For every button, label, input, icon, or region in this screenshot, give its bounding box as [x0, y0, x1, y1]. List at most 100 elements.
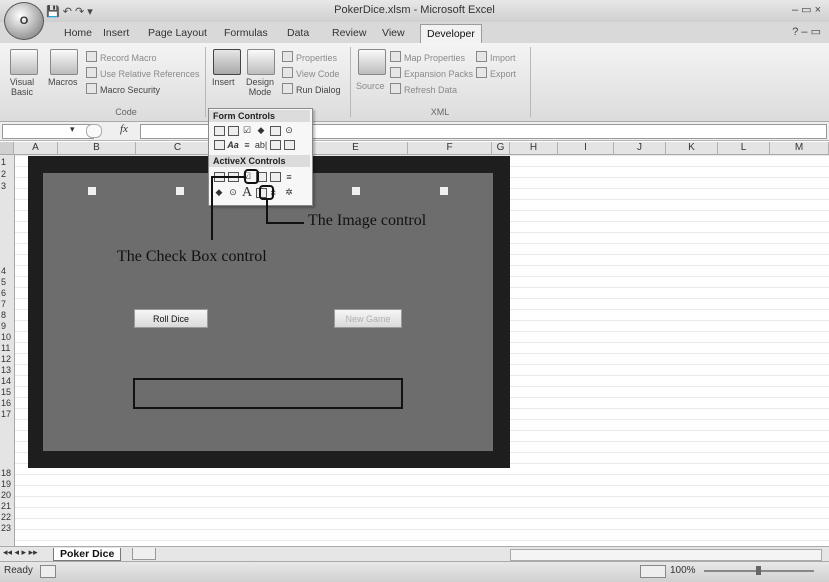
horizontal-scrollbar[interactable] [510, 549, 822, 561]
row-header[interactable]: 9 [0, 321, 14, 331]
column-header[interactable]: J [614, 142, 666, 154]
group-box-icon[interactable] [213, 139, 225, 150]
column-header[interactable]: H [510, 142, 558, 154]
sheet-tab-poker-dice[interactable]: Poker Dice [53, 548, 122, 561]
row-header[interactable]: 4 [0, 266, 14, 276]
sheet-navigation-icon[interactable]: ◂◂ ◂ ▸ ▸▸ [3, 547, 38, 558]
view-code-button[interactable]: View Code [282, 67, 339, 79]
insert-function-icon[interactable]: fx [120, 123, 128, 135]
list-box-icon[interactable] [227, 125, 239, 136]
row-header[interactable]: 10 [0, 332, 14, 342]
row-header[interactable]: 13 [0, 365, 14, 375]
design-mode-icon[interactable] [247, 49, 275, 75]
row-header[interactable]: 18 [0, 468, 14, 478]
refresh-data-button[interactable]: Refresh Data [390, 83, 457, 95]
tab-view[interactable]: View [376, 25, 411, 41]
macros-icon[interactable] [50, 49, 78, 75]
text-box-activex-icon[interactable] [269, 171, 281, 182]
toggle-button-icon[interactable]: ◆ [213, 187, 225, 198]
new-game-button[interactable]: New Game [334, 309, 402, 328]
tab-page-layout[interactable]: Page Layout [142, 25, 213, 41]
option-button-activex-icon[interactable]: ⊙ [227, 187, 239, 198]
column-header[interactable]: G [492, 142, 510, 154]
visual-basic-button[interactable]: Visual Basic [4, 77, 40, 97]
source-button[interactable]: Source [356, 81, 385, 91]
row-header[interactable]: 14 [0, 376, 14, 386]
dice-checkbox[interactable] [176, 187, 184, 195]
row-header[interactable]: 20 [0, 490, 14, 500]
macro-security-button[interactable]: Macro Security [86, 83, 160, 95]
row-header[interactable]: 1 [0, 157, 14, 167]
scroll-bar-form-icon[interactable]: ≡ [241, 139, 253, 150]
expansion-packs-button[interactable]: Expansion Packs [390, 67, 473, 79]
column-header[interactable]: L [718, 142, 770, 154]
column-header[interactable]: M [770, 142, 829, 154]
more-controls-icon[interactable]: ✲ [283, 187, 295, 198]
dice-checkbox[interactable] [352, 187, 360, 195]
name-box-dropdown-icon[interactable]: ▾ [70, 124, 75, 135]
insert-controls-button[interactable]: Insert [212, 77, 235, 87]
tab-data[interactable]: Data [281, 25, 315, 41]
column-header[interactable]: F [408, 142, 492, 154]
help-icon[interactable]: ? – ▭ [792, 25, 821, 38]
visual-basic-icon[interactable] [10, 49, 38, 75]
check-box-form-icon[interactable]: ☑ [241, 125, 253, 136]
design-mode-button[interactable]: Design Mode [244, 77, 276, 97]
select-all-button[interactable] [0, 142, 14, 154]
macro-record-icon[interactable] [40, 565, 56, 578]
column-header[interactable]: K [666, 142, 718, 154]
cancel-entry-icon[interactable] [86, 124, 102, 138]
row-header[interactable]: 21 [0, 501, 14, 511]
dice-checkbox[interactable] [88, 187, 96, 195]
row-header[interactable]: 7 [0, 299, 14, 309]
macros-button[interactable]: Macros [48, 77, 78, 87]
office-button[interactable]: O [4, 2, 44, 40]
map-properties-button[interactable]: Map Properties [390, 51, 465, 63]
insert-sheet-icon[interactable] [132, 548, 156, 560]
row-header[interactable]: 17 [0, 409, 14, 419]
option-button-form-icon[interactable]: ⊙ [283, 125, 295, 136]
view-layout-icon[interactable] [640, 565, 666, 578]
row-header[interactable]: 3 [0, 181, 14, 191]
export-button[interactable]: Export [476, 67, 516, 79]
row-header[interactable]: 19 [0, 479, 14, 489]
combo-box-icon[interactable] [213, 125, 225, 136]
list-form-icon[interactable] [269, 125, 281, 136]
combo-list-edit-icon[interactable] [269, 139, 281, 150]
tab-developer[interactable]: Developer [420, 24, 482, 44]
row-header[interactable]: 16 [0, 398, 14, 408]
use-relative-references-button[interactable]: Use Relative References [86, 67, 200, 79]
tab-insert[interactable]: Insert [97, 25, 135, 41]
scroll-bar-activex-icon[interactable]: ≡ [283, 171, 295, 182]
run-dialog-button[interactable]: Run Dialog [282, 83, 341, 95]
column-header[interactable]: A [14, 142, 58, 154]
properties-button[interactable]: Properties [282, 51, 337, 63]
roll-dice-button[interactable]: Roll Dice [134, 309, 208, 328]
spin-button-form-icon[interactable]: ◆ [255, 125, 267, 136]
name-box[interactable] [2, 124, 94, 139]
row-header[interactable]: 11 [0, 343, 14, 353]
zoom-level[interactable]: 100% [670, 565, 696, 576]
insert-controls-icon[interactable] [213, 49, 241, 75]
row-header[interactable]: 2 [0, 169, 14, 179]
label-activex-icon[interactable]: A [241, 185, 253, 200]
column-header[interactable]: B [58, 142, 136, 154]
source-icon[interactable] [358, 49, 386, 75]
row-header[interactable]: 8 [0, 310, 14, 320]
record-macro-button[interactable]: Record Macro [86, 51, 157, 63]
row-header[interactable]: 23 [0, 523, 14, 533]
row-header[interactable]: 6 [0, 288, 14, 298]
window-controls[interactable]: – ▭ × [792, 3, 821, 16]
column-header[interactable]: E [304, 142, 408, 154]
column-header[interactable]: I [558, 142, 614, 154]
row-header[interactable]: 15 [0, 387, 14, 397]
row-header[interactable]: 5 [0, 277, 14, 287]
tab-home[interactable]: Home [58, 25, 98, 41]
row-header[interactable]: 12 [0, 354, 14, 364]
tab-formulas[interactable]: Formulas [218, 25, 274, 41]
text-field-icon[interactable]: ab| [255, 139, 267, 150]
label-form-icon[interactable]: Aa [227, 139, 239, 150]
zoom-slider-handle[interactable] [756, 566, 761, 575]
dice-checkbox[interactable] [440, 187, 448, 195]
import-button[interactable]: Import [476, 51, 516, 63]
